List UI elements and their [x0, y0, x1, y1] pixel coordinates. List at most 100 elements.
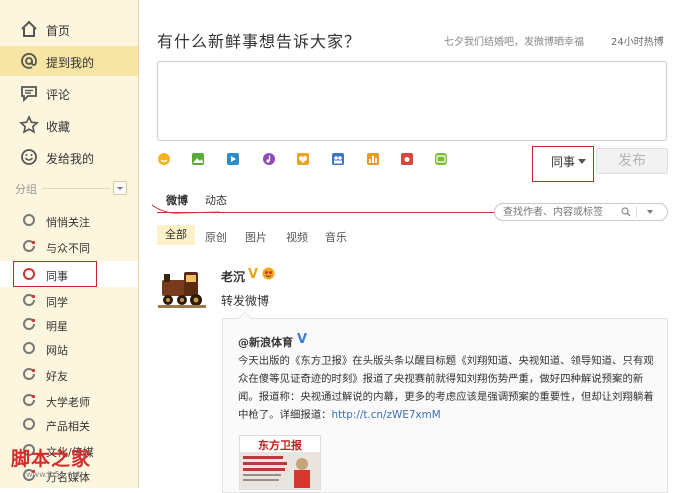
group-item-label: 悄悄关注: [46, 216, 90, 229]
tab-activity[interactable]: 动态: [205, 192, 227, 208]
filter-original[interactable]: 原创: [205, 229, 227, 245]
hot-posts-link[interactable]: 24小时热博: [611, 33, 664, 48]
verified-badge: V: [297, 332, 308, 347]
group-item-label: 同事: [46, 270, 68, 283]
group-icon[interactable]: [331, 152, 345, 166]
divider: [636, 206, 637, 218]
group-toggle-button[interactable]: [113, 181, 127, 195]
filter-images[interactable]: 图片: [245, 229, 267, 245]
group-icon: [23, 214, 35, 226]
group-icon: [23, 342, 35, 354]
nav-favorites-label: 收藏: [46, 120, 71, 134]
group-item[interactable]: 大学老师: [0, 387, 138, 413]
video-icon[interactable]: [226, 152, 240, 166]
group-item-label: 万名媒体: [46, 471, 90, 484]
chevron-down-icon: [117, 187, 123, 190]
group-item[interactable]: 网站: [0, 335, 138, 361]
group-icon: [23, 368, 36, 380]
group-icon: [23, 294, 36, 306]
group-header-label: 分组: [15, 183, 37, 196]
group-item-label: 好友: [46, 370, 68, 383]
post-author[interactable]: 老沉: [221, 268, 245, 285]
emoji-icon[interactable]: [157, 152, 171, 166]
composer-slogan[interactable]: 七夕我们结婚吧，发微博晒幸福: [444, 33, 584, 48]
publish-button[interactable]: 发布: [596, 148, 668, 174]
home-icon: [21, 20, 37, 37]
image-icon[interactable]: [191, 152, 205, 166]
verified-badge: V: [248, 267, 259, 282]
search-input[interactable]: [503, 205, 623, 219]
original-text-body: 今天出版的《东方卫报》在头版头条以醒目标题《刘翔知道、央视知道、领导知道、只有观…: [238, 355, 654, 421]
repost-arrow-icon: [238, 311, 252, 319]
group-icon: [23, 268, 35, 280]
newspaper-image: [243, 456, 310, 488]
original-author[interactable]: @新浪体育: [238, 334, 293, 350]
group-item[interactable]: 文化/传媒: [0, 437, 138, 463]
thumbnail-masthead: 东方卫报: [240, 436, 320, 452]
group-icon: [23, 318, 36, 330]
group-item-label: 大学老师: [46, 396, 90, 409]
filter-all[interactable]: 全部: [157, 225, 195, 245]
group-item-label: 产品相关: [46, 420, 90, 433]
filter-video[interactable]: 视频: [286, 229, 308, 245]
group-item[interactable]: 万名媒体: [0, 462, 138, 488]
chart-icon[interactable]: [366, 152, 380, 166]
original-text: 今天出版的《东方卫报》在头版头条以醒目标题《刘翔知道、央视知道、领导知道、只有观…: [238, 352, 662, 424]
post-image-thumbnail[interactable]: 东方卫报: [239, 435, 321, 490]
thumbnail-title: 东方卫报: [258, 439, 302, 452]
group-item-label: 与众不同: [46, 242, 90, 255]
smile-icon: [21, 149, 37, 165]
group-item-label: 明星: [46, 320, 68, 333]
group-icon: [23, 469, 36, 481]
filter-music[interactable]: 音乐: [325, 229, 347, 245]
chevron-down-icon[interactable]: [647, 210, 653, 214]
group-item[interactable]: 与众不同: [0, 233, 138, 259]
camera-icon[interactable]: [400, 152, 414, 166]
group-item[interactable]: 同学: [0, 287, 138, 313]
feed-search: [494, 203, 668, 221]
search-icon[interactable]: [621, 207, 631, 217]
visibility-label: 同事: [551, 155, 576, 169]
group-icon: [23, 394, 36, 406]
group-item-label: 同学: [46, 296, 68, 309]
group-icon: [23, 418, 35, 430]
nav-mentions-label: 提到我的: [46, 56, 95, 70]
nav-messages[interactable]: 发给我的: [0, 142, 138, 172]
nav-comments-label: 评论: [46, 88, 71, 102]
vip-icon: [262, 267, 275, 280]
more-icon[interactable]: [434, 152, 448, 166]
nav-messages-label: 发给我的: [46, 152, 95, 166]
visibility-dropdown[interactable]: 同事: [532, 146, 594, 182]
heart-icon[interactable]: [296, 152, 310, 166]
thumbnail-body: [240, 452, 320, 489]
group-icon: [23, 444, 35, 456]
composer-title: 有什么新鲜事想告诉大家？: [157, 32, 362, 51]
star-icon: [19, 115, 39, 134]
sidebar: 首页 提到我的 评论 收藏 发给我的 分组 悄悄关注 与众不同 同事 同学 明星…: [0, 0, 139, 488]
group-item-label: 文化/传媒: [46, 446, 94, 459]
group-item[interactable]: 明星: [0, 311, 138, 337]
divider: [42, 188, 110, 189]
nav-home[interactable]: 首页: [0, 14, 138, 44]
group-item-label: 网站: [46, 344, 68, 357]
group-item-selected[interactable]: 同事: [0, 261, 138, 287]
original-link[interactable]: http://t.cn/zWE7xmM: [332, 409, 441, 421]
nav-home-label: 首页: [46, 24, 71, 38]
tab-weibo[interactable]: 微博: [166, 192, 188, 208]
nav-mentions[interactable]: 提到我的: [0, 46, 138, 76]
at-icon: [21, 52, 37, 69]
group-item[interactable]: 悄悄关注: [0, 207, 138, 233]
avatar[interactable]: [156, 268, 208, 310]
group-header: 分组: [0, 180, 138, 196]
chevron-down-icon: [578, 159, 586, 164]
tab-underline: [157, 212, 497, 213]
nav-comments[interactable]: 评论: [0, 78, 138, 108]
comment-icon: [21, 86, 37, 103]
music-icon[interactable]: [262, 152, 276, 166]
nav-favorites[interactable]: 收藏: [0, 110, 138, 140]
group-icon: [23, 240, 36, 252]
post-text: 转发微博: [221, 294, 270, 308]
group-item[interactable]: 产品相关: [0, 411, 138, 437]
group-item[interactable]: 好友: [0, 361, 138, 387]
compose-textarea[interactable]: [157, 61, 667, 141]
